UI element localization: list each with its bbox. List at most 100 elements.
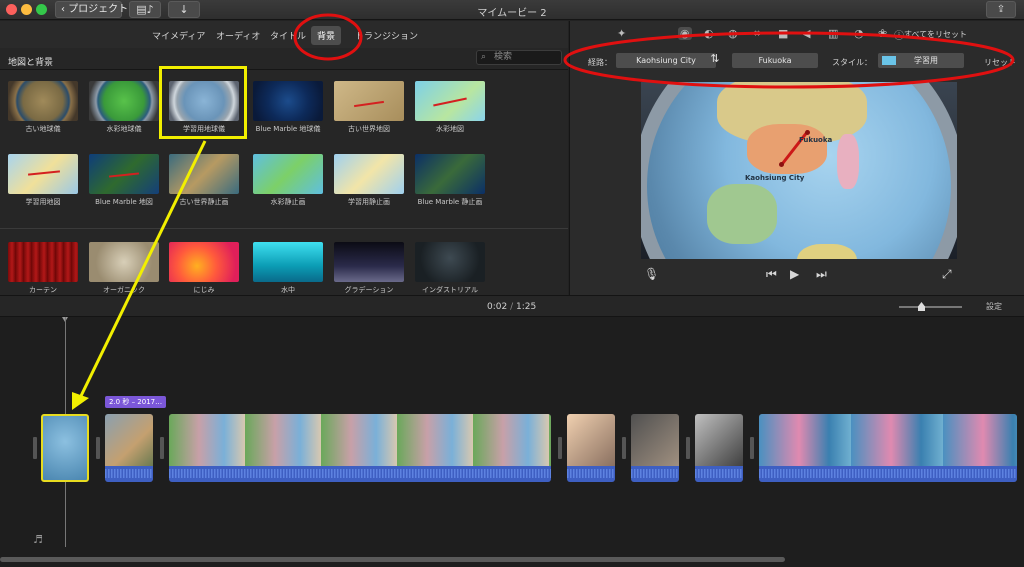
window-title: マイムービー 2	[477, 8, 547, 19]
imovie-window: ‹ プロジェクト ▤♪ ↓ マイムービー 2 ⇪ マイメディア オーディオ タイ…	[0, 0, 1024, 567]
play-icon[interactable]: ▶	[790, 267, 799, 281]
land-china	[747, 124, 827, 174]
item-label: 水彩地球儀	[106, 125, 142, 133]
video-clip[interactable]	[759, 414, 1017, 482]
adjustment-toolbar: ✦ ◉ ◐ ◍ ⌗ ■ ◀ ▥ ◔ ❀ ⓘ すべてをリセット	[570, 21, 1024, 47]
route-to-field[interactable]: Fukuoka	[732, 53, 818, 68]
skip-forward-icon[interactable]: ⏭	[816, 267, 827, 282]
item-label: Blue Marble 地球儀	[255, 125, 321, 133]
thumbnail	[8, 242, 78, 282]
search-input[interactable]: ⌕ 検索	[476, 50, 562, 65]
clip-gap-handle[interactable]	[686, 437, 690, 459]
magic-wand-icon[interactable]: ✦	[617, 27, 626, 40]
grid-item-watercolor-map[interactable]: 水彩地図	[414, 81, 486, 134]
pin-kaohsiung	[779, 162, 784, 167]
stabilization-icon[interactable]: ■	[778, 27, 788, 40]
clip-frames	[567, 414, 615, 466]
tab-titles[interactable]: タイトル	[270, 29, 306, 42]
color-balance-icon[interactable]: ◐	[704, 27, 714, 40]
horizontal-scrollbar[interactable]	[0, 557, 785, 562]
thumbnail	[415, 81, 485, 121]
video-clip[interactable]	[631, 414, 679, 482]
search-icon: ⌕	[481, 52, 487, 62]
clip-frames	[105, 414, 153, 466]
thumbnail	[334, 242, 404, 282]
timecode: 0:02 / 1:25	[487, 302, 536, 312]
item-label: グラデーション	[344, 286, 394, 294]
map-label-from: Kaohsiung City	[745, 174, 805, 182]
globe-settings-icon[interactable]: ◉	[678, 27, 692, 40]
music-note-icon[interactable]: ♬	[33, 533, 43, 546]
swap-route-icon[interactable]: ⇅	[708, 52, 722, 65]
skip-back-icon[interactable]: ⏮	[766, 267, 777, 282]
microphone-icon[interactable]: 🎙	[644, 267, 659, 281]
grid-item-blur[interactable]: にじみ	[168, 242, 240, 295]
grid-item-old-world-map[interactable]: 古い世界地図	[333, 81, 405, 134]
grid-item-gradient[interactable]: グラデーション	[333, 242, 405, 295]
clip-gap-handle[interactable]	[96, 437, 100, 459]
grid-item-underwater[interactable]: 水中	[252, 242, 324, 295]
thumbnail	[415, 154, 485, 194]
title-bar: ‹ プロジェクト ▤♪ ↓ マイムービー 2 ⇪	[0, 0, 1024, 20]
grid-item-curtain[interactable]: カーテン	[7, 242, 79, 295]
audio-waveform	[169, 466, 551, 482]
zoom-slider-knob[interactable]	[918, 302, 925, 311]
reset-button[interactable]: リセット	[984, 57, 1016, 68]
item-label: Blue Marble 地図	[95, 198, 153, 206]
style-label: スタイル：	[832, 58, 872, 67]
thumbnail	[89, 154, 159, 194]
selection-highlight-annotation	[159, 66, 247, 139]
video-clip[interactable]	[105, 414, 153, 482]
fullscreen-icon[interactable]: ⤢	[942, 267, 952, 282]
video-clip[interactable]	[695, 414, 743, 482]
grid-item-watercolor-globe[interactable]: 水彩地球儀	[88, 81, 160, 134]
noise-reduction-icon[interactable]: ▥	[828, 27, 838, 40]
tab-transitions[interactable]: トランジション	[355, 29, 418, 42]
grid-item-organic[interactable]: オーガニック	[88, 242, 160, 295]
grid-item-blue-marble-still[interactable]: Blue Marble 静止画	[414, 154, 486, 207]
clip-gap-handle[interactable]	[622, 437, 626, 459]
clip-globe-background[interactable]	[41, 414, 89, 482]
tab-my-media[interactable]: マイメディア	[152, 29, 205, 42]
grid-item-study-map[interactable]: 学習用地図	[7, 154, 79, 207]
info-icon[interactable]: ⓘ	[894, 27, 904, 42]
filter-icon[interactable]: ❀	[878, 27, 887, 40]
zoom-slider-track[interactable]	[899, 306, 962, 308]
video-clip[interactable]	[567, 414, 615, 482]
item-label: にじみ	[193, 286, 215, 294]
thumbnail	[169, 154, 239, 194]
volume-icon[interactable]: ◀	[802, 27, 810, 40]
thumbnail	[8, 81, 78, 121]
clip-gap-handle[interactable]	[33, 437, 37, 459]
section-divider	[0, 228, 568, 229]
share-button[interactable]: ⇪	[986, 1, 1016, 18]
video-preview: Kaohsiung City Fukuoka	[641, 82, 957, 259]
item-label: 水彩地図	[436, 125, 464, 133]
clip-gap-handle[interactable]	[750, 437, 754, 459]
browser-header: 地図と背景 ⌕ 検索	[0, 48, 568, 70]
style-select[interactable]: 学習用	[878, 53, 964, 68]
tab-audio[interactable]: オーディオ	[216, 29, 260, 42]
grid-item-watercolor-still[interactable]: 水彩静止画	[252, 154, 324, 207]
grid-item-industrial[interactable]: インダストリアル	[414, 242, 486, 295]
grid-item-old-globe[interactable]: 古い地球儀	[7, 81, 79, 134]
clip-gap-handle[interactable]	[558, 437, 562, 459]
thumbnail	[253, 154, 323, 194]
clip-gap-handle[interactable]	[160, 437, 164, 459]
crop-icon[interactable]: ⌗	[754, 27, 760, 41]
grid-item-blue-marble-map[interactable]: Blue Marble 地図	[88, 154, 160, 207]
tab-backgrounds[interactable]: 背景	[311, 26, 342, 45]
route-from-field[interactable]: Kaohsiung City	[616, 53, 716, 68]
thumbnail	[253, 242, 323, 282]
color-correction-icon[interactable]: ◍	[728, 27, 738, 40]
grid-item-blue-marble-globe[interactable]: Blue Marble 地球儀	[252, 81, 324, 134]
thumbnail	[8, 154, 78, 194]
grid-item-old-world-still[interactable]: 古い世界静止画	[168, 154, 240, 207]
thumbnail	[89, 81, 159, 121]
reset-all-button[interactable]: すべてをリセット	[904, 29, 967, 40]
speed-icon[interactable]: ◔	[854, 27, 864, 40]
thumbnail	[169, 242, 239, 282]
timeline-settings-button[interactable]: 設定	[986, 301, 1002, 312]
video-clip[interactable]	[169, 414, 551, 482]
grid-item-study-still[interactable]: 学習用静止画	[333, 154, 405, 207]
